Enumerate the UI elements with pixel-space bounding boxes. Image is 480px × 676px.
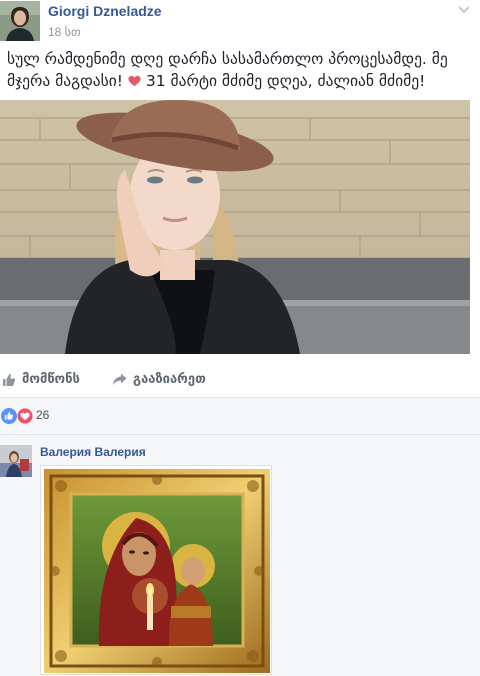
commenter-name[interactable]: Валерия Валерия xyxy=(40,445,146,459)
reaction-count[interactable]: 26 xyxy=(36,408,49,422)
share-button[interactable]: გააზიარეთ xyxy=(112,372,206,387)
post-action-bar: მომწონს გააზიარეთ xyxy=(0,366,480,396)
thumbs-up-icon xyxy=(3,373,16,386)
post-header: Giorgi Dzneladze 18 სთ xyxy=(0,0,480,44)
reaction-icons xyxy=(1,407,34,425)
share-arrow-icon xyxy=(112,373,127,385)
comment-image[interactable] xyxy=(40,465,272,675)
like-button[interactable]: მომწონს xyxy=(2,372,80,387)
post-text: სულ რამდენიმე დღე დარჩა სასამართლო პროცე… xyxy=(7,48,473,92)
comment: Валерия Валерия xyxy=(0,435,480,676)
share-button-label: გააზიარეთ xyxy=(133,372,206,387)
author-avatar[interactable] xyxy=(0,1,40,41)
post-text-tail: 31 მარტი მძიმე დღეა, ძალიან მძიმე! xyxy=(140,72,426,90)
chevron-down-icon[interactable] xyxy=(458,6,470,14)
post-author-name[interactable]: Giorgi Dzneladze xyxy=(48,3,162,19)
reactions-summary[interactable]: 26 xyxy=(0,398,480,434)
heart-icon xyxy=(128,75,141,87)
post-photo[interactable] xyxy=(0,100,470,354)
post-timestamp[interactable]: 18 სთ xyxy=(48,25,81,39)
commenter-avatar[interactable] xyxy=(0,445,32,477)
like-button-label: მომწონს xyxy=(22,372,80,387)
